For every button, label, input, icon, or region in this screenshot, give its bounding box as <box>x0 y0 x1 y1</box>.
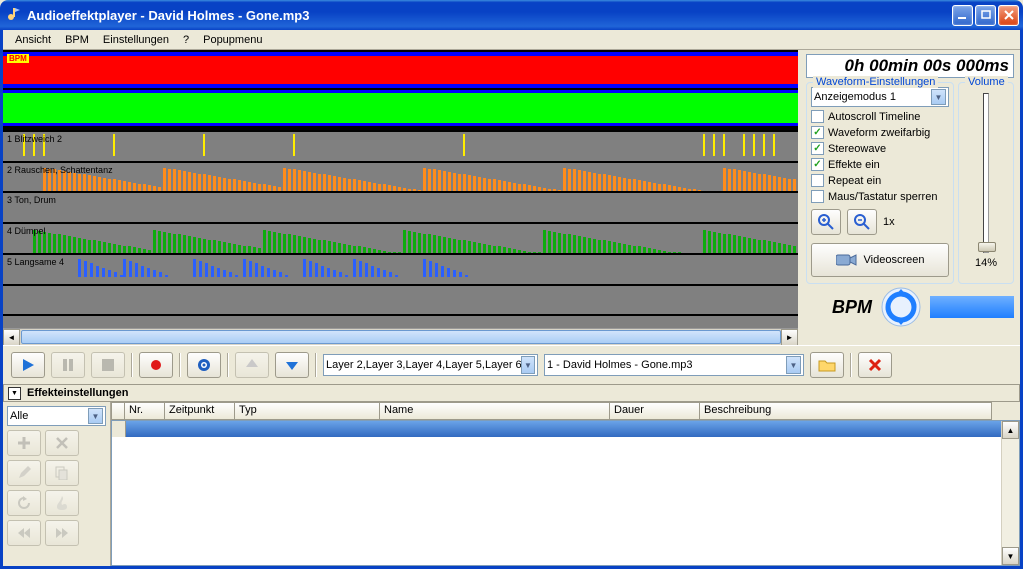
refresh-effect-button[interactable] <box>7 490 41 516</box>
up-button[interactable] <box>235 352 269 378</box>
play-button[interactable] <box>11 352 45 378</box>
track-row[interactable] <box>3 284 798 315</box>
checkbox-repeat-ein[interactable]: Repeat ein <box>811 174 949 187</box>
edit-effect-button[interactable] <box>7 460 41 486</box>
column-header[interactable]: Name <box>380 402 610 420</box>
down-button[interactable] <box>275 352 309 378</box>
checkbox-icon <box>811 190 824 203</box>
menu-einstellungen[interactable]: Einstellungen <box>97 32 175 48</box>
track-row[interactable]: 5 Langsame 4 <box>3 253 798 284</box>
song-select[interactable]: 1 - David Holmes - Gone.mp3▼ <box>544 354 804 376</box>
checkbox-icon <box>811 110 824 123</box>
checkbox-maus-tastatur-sperren[interactable]: Maus/Tastatur sperren <box>811 190 949 203</box>
scroll-right-icon[interactable]: ► <box>781 329 798 345</box>
rewind-button[interactable] <box>7 520 41 546</box>
collapse-icon[interactable]: ▼ <box>8 387 21 400</box>
bpm-badge: BPM <box>7 54 29 63</box>
zoom-level: 1x <box>883 216 895 228</box>
forward-button[interactable] <box>45 520 79 546</box>
scroll-thumb[interactable] <box>21 330 781 344</box>
waveform-settings-group: Waveform-Einstellungen Anzeigemodus 1 ▼ … <box>806 82 954 284</box>
grid-header: Nr.ZeitpunktTypNameDauerBeschreibung <box>111 402 1020 420</box>
stop-button[interactable] <box>91 352 125 378</box>
display-mode-select[interactable]: Anzeigemodus 1 ▼ <box>811 87 949 107</box>
grid-row[interactable] <box>112 421 1001 437</box>
waveform-left <box>3 52 798 88</box>
window-title: Audioeffektplayer - David Holmes - Gone.… <box>27 8 309 23</box>
checkbox-icon <box>811 174 824 187</box>
volume-group: Volume 14% <box>958 82 1014 284</box>
bpm-refresh-button[interactable] <box>880 286 922 328</box>
checkbox-waveform-zweifarbig[interactable]: ✓Waveform zweifarbig <box>811 126 949 139</box>
checkbox-icon: ✓ <box>811 142 824 155</box>
chevron-down-icon: ▼ <box>88 408 103 424</box>
zoom-out-button[interactable] <box>847 209 877 235</box>
menu-ansicht[interactable]: Ansicht <box>9 32 57 48</box>
checkbox-autoscroll-timeline[interactable]: Autoscroll Timeline <box>811 110 949 123</box>
track-lanes: 1 Blitzweich 2 2 Rauschen, Schattentanz … <box>3 130 798 345</box>
column-header[interactable]: Zeitpunkt <box>165 402 235 420</box>
delete-button[interactable] <box>858 352 892 378</box>
menu-bpm[interactable]: BPM <box>59 32 95 48</box>
column-header[interactable]: Beschreibung <box>700 402 992 420</box>
titlebar[interactable]: Audioeffektplayer - David Holmes - Gone.… <box>0 0 1023 30</box>
track-row[interactable]: 3 Ton, Drum <box>3 191 798 222</box>
scroll-down-icon[interactable]: ▼ <box>1002 547 1019 565</box>
column-header[interactable]: Dauer <box>610 402 700 420</box>
waveform-right <box>3 90 798 126</box>
layer-select[interactable]: Layer 2,Layer 3,Layer 4,Layer 5,Layer 6,… <box>323 354 538 376</box>
menubar: Ansicht BPM Einstellungen ? Popupmenu <box>3 30 1020 50</box>
remove-effect-button[interactable] <box>45 430 79 456</box>
effect-filter-select[interactable]: Alle ▼ <box>7 406 106 426</box>
checkbox-effekte-ein[interactable]: ✓Effekte ein <box>811 158 949 171</box>
pause-button[interactable] <box>51 352 85 378</box>
bpm-label: BPM <box>832 297 872 318</box>
track-row[interactable]: 2 Rauschen, Schattentanz <box>3 161 798 192</box>
effects-title: Effekteinstellungen <box>27 387 128 399</box>
menu-help[interactable]: ? <box>177 32 195 48</box>
close-button[interactable] <box>998 5 1019 26</box>
copy-effect-button[interactable] <box>45 460 79 486</box>
chevron-down-icon: ▼ <box>931 89 946 105</box>
effects-side-toolbar: Alle ▼ <box>3 402 111 566</box>
checkbox-icon: ✓ <box>811 158 824 171</box>
zoom-in-button[interactable] <box>811 209 841 235</box>
column-header[interactable]: Nr. <box>125 402 165 420</box>
track-row[interactable]: 4 Dümpel <box>3 222 798 253</box>
scroll-left-icon[interactable]: ◄ <box>3 329 20 345</box>
grid-body[interactable]: ▲ ▼ <box>111 420 1020 566</box>
add-effect-button[interactable] <box>7 430 41 456</box>
grid-scrollbar[interactable]: ▲ ▼ <box>1001 421 1019 565</box>
checkbox-stereowave[interactable]: ✓Stereowave <box>811 142 949 155</box>
camera-icon <box>836 252 858 268</box>
checkbox-icon: ✓ <box>811 126 824 139</box>
effects-header: ▼ Effekteinstellungen <box>3 384 1020 402</box>
videoscreen-button[interactable]: Videoscreen <box>811 243 949 277</box>
target-button[interactable] <box>187 352 221 378</box>
track-row[interactable]: 1 Blitzweich 2 <box>3 130 798 161</box>
transport-toolbar: Layer 2,Layer 3,Layer 4,Layer 5,Layer 6,… <box>3 345 1020 384</box>
flame-effect-button[interactable] <box>45 490 79 516</box>
column-header[interactable]: Typ <box>235 402 380 420</box>
timeline[interactable]: BPM 1 Blitzweich 2 2 Rauschen, Schattent… <box>3 50 800 345</box>
effects-grid: Nr.ZeitpunktTypNameDauerBeschreibung ▲ ▼ <box>111 402 1020 566</box>
timeline-scrollbar[interactable]: ◄ ► <box>3 328 798 345</box>
scroll-up-icon[interactable]: ▲ <box>1002 421 1019 439</box>
side-panel: 0h 00min 00s 000ms Waveform-Einstellunge… <box>800 50 1020 345</box>
timecode-display: 0h 00min 00s 000ms <box>806 54 1014 78</box>
bpm-display-strip <box>930 296 1014 318</box>
event-markers <box>3 134 798 159</box>
open-folder-button[interactable] <box>810 352 844 378</box>
app-icon <box>6 6 22 25</box>
maximize-button[interactable] <box>975 5 996 26</box>
chevron-down-icon: ▼ <box>521 356 535 374</box>
record-button[interactable] <box>139 352 173 378</box>
volume-percent: 14% <box>975 257 997 269</box>
minimize-button[interactable] <box>952 5 973 26</box>
chevron-down-icon: ▼ <box>786 356 801 374</box>
slider-thumb[interactable] <box>978 242 996 252</box>
column-header[interactable] <box>111 402 125 420</box>
menu-popup[interactable]: Popupmenu <box>197 32 268 48</box>
volume-slider[interactable] <box>983 93 989 253</box>
